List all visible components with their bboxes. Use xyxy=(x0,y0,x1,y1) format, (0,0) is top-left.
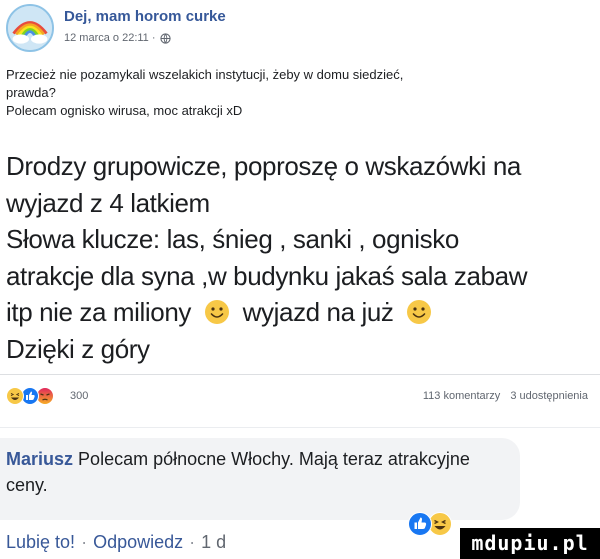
post-header: Dej, mam horom curke 12 marca o 22:11 · xyxy=(6,4,594,56)
post-text-line: prawda? xyxy=(6,85,56,100)
image-text-line: Dzięki z góry xyxy=(6,333,150,364)
like-comment-link[interactable]: Lubię to! xyxy=(6,532,75,553)
image-text-fragment: wyjazd na już xyxy=(242,297,394,327)
watermark-logo: mdupiu.pl xyxy=(460,528,600,559)
globe-icon xyxy=(159,32,171,44)
smile-emoji-icon xyxy=(204,300,229,324)
smile-emoji-icon xyxy=(407,300,432,324)
reaction-count[interactable]: 300 xyxy=(70,390,88,402)
group-avatar[interactable] xyxy=(6,4,54,52)
divider xyxy=(0,374,600,375)
post-text-line: Polecam ognisko wirusa, moc atrakcji xD xyxy=(6,103,243,118)
post-text-line: Przecież nie pozamykali wszelakich insty… xyxy=(6,67,404,82)
group-name[interactable]: Dej, mam horom curke xyxy=(64,8,226,25)
post-image-text: Drodzy grupowicze, poproszę o wskazówki … xyxy=(6,148,600,367)
divider xyxy=(0,427,600,428)
comment-actions: Lubię to! · Odpowiedz · 1 d xyxy=(6,532,226,553)
post-body: Przecież nie pozamykali wszelakich insty… xyxy=(6,66,594,120)
image-text-line: Słowa klucze: las, śnieg , sanki , ognis… xyxy=(6,224,459,254)
comment-body: Polecam północne Włochy. Mają teraz atra… xyxy=(6,449,470,495)
image-text-fragment: itp nie za miliony xyxy=(6,297,191,327)
group-avatar-image xyxy=(8,6,52,50)
reply-link[interactable]: Odpowiedz xyxy=(93,532,183,553)
comment-text: Mariusz Polecam północne Włochy. Mają te… xyxy=(6,446,516,498)
post-stats: 113 komentarzy 3 udostępnienia xyxy=(423,390,588,402)
comments-count[interactable]: 113 komentarzy xyxy=(423,390,500,402)
separator-dot: · xyxy=(189,532,196,552)
post-meta: 12 marca o 22:11 · xyxy=(64,32,171,44)
image-text-line-5: itp nie za miliony wyjazd na już xyxy=(6,294,600,331)
separator-dot: · xyxy=(81,532,88,552)
shares-count[interactable]: 3 udostępnienia xyxy=(510,390,588,402)
image-text-line: Drodzy grupowicze, poproszę o wskazówki … xyxy=(6,151,521,181)
image-text-line: atrakcje dla syna ,w budynku jakaś sala … xyxy=(6,260,528,291)
image-text-line: wyjazd z 4 latkiem xyxy=(6,187,210,218)
like-icon xyxy=(408,512,432,536)
comment-author[interactable]: Mariusz xyxy=(6,449,73,469)
comment-time[interactable]: 1 d xyxy=(201,532,226,553)
post-timestamp[interactable]: 12 marca o 22:11 · xyxy=(64,32,156,44)
reactions-bar: 300 113 komentarzy 3 udostępnienia xyxy=(6,387,594,407)
haha-icon[interactable] xyxy=(6,387,24,405)
